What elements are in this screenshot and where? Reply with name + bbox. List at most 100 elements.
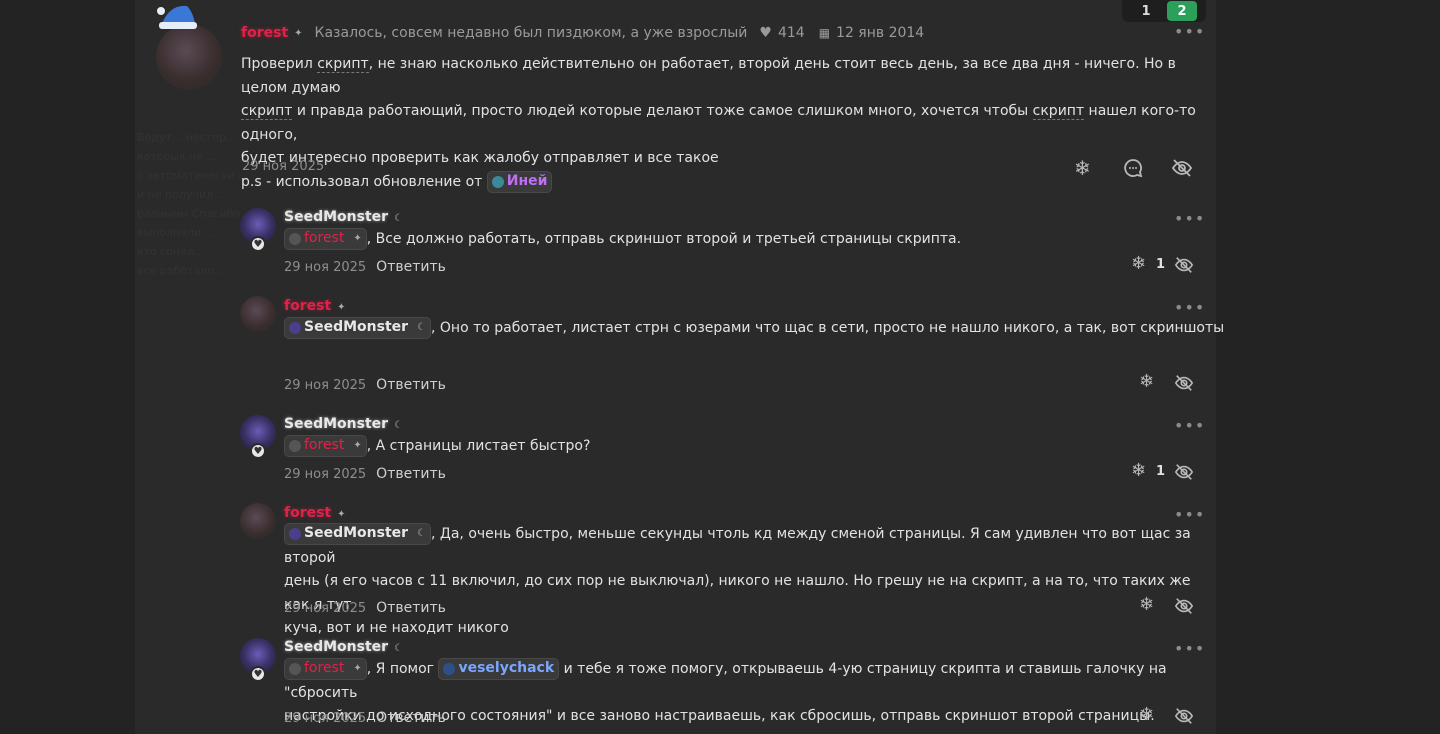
page-1-button[interactable]: 1 bbox=[1131, 1, 1161, 21]
mention-chip[interactable]: forest ✦ bbox=[284, 658, 367, 680]
comment-text: , Все должно работать, отправь скриншот … bbox=[366, 231, 962, 247]
snowflake-icon[interactable]: ❄ bbox=[1139, 596, 1154, 614]
reaction-count: 1 bbox=[1156, 257, 1166, 272]
page-2-button[interactable]: 2 bbox=[1167, 1, 1197, 21]
comment-icon[interactable] bbox=[1123, 158, 1143, 178]
comment-body: forest ✦ , А страницы листает быстро? bbox=[284, 435, 590, 459]
mention-avatar bbox=[289, 233, 301, 245]
mention-avatar bbox=[491, 175, 504, 188]
mention-chip[interactable]: SeedMonster ☾ bbox=[284, 317, 432, 339]
heart-icon: ♥ bbox=[759, 25, 772, 41]
mention-name: forest bbox=[304, 437, 345, 454]
comment-header: forest ✦ bbox=[284, 295, 346, 314]
comment-body: SeedMonster ☾, Да, очень быстро, меньше с… bbox=[284, 523, 1194, 641]
comment-footer: 29 ноя 2025 Ответить bbox=[284, 463, 446, 482]
comment-avatar[interactable] bbox=[240, 503, 276, 539]
comment-date: 29 ноя 2025 bbox=[284, 711, 367, 726]
comment-line: куча, вот и не находит никого bbox=[284, 620, 509, 636]
mention-chip[interactable]: forest ✦ bbox=[284, 228, 367, 250]
heart-badge-icon: ♥ bbox=[250, 443, 266, 459]
comment-author-name[interactable]: SeedMonster bbox=[284, 416, 388, 432]
post-more-icon[interactable]: ••• bbox=[1174, 22, 1205, 41]
comment-header: SeedMonster ☾ bbox=[284, 636, 403, 655]
comment-avatar[interactable] bbox=[240, 296, 276, 332]
reply-button[interactable]: Ответить bbox=[376, 377, 446, 393]
reply-button[interactable]: Ответить bbox=[376, 259, 446, 275]
comment-body: forest ✦ , Все должно работать, отправь ск… bbox=[284, 228, 961, 252]
comment-author-name[interactable]: forest bbox=[284, 505, 331, 521]
sparkle-icon: ✦ bbox=[353, 233, 362, 245]
comment-author-name[interactable]: SeedMonster bbox=[284, 209, 388, 225]
sparkle-icon: ✦ bbox=[337, 302, 346, 313]
comment-more-icon[interactable]: ••• bbox=[1174, 416, 1205, 435]
mention-name: SeedMonster bbox=[304, 525, 409, 542]
sparkle-icon: ✦ bbox=[353, 663, 362, 675]
comment-date: 29 ноя 2025 bbox=[284, 260, 367, 275]
comment-author-name[interactable]: forest bbox=[284, 298, 331, 314]
hide-icon[interactable] bbox=[1171, 157, 1193, 179]
post-author-avatar[interactable] bbox=[156, 24, 222, 90]
mention-name: forest bbox=[304, 230, 345, 247]
mention-name: Иней bbox=[506, 172, 548, 189]
comment-date: 29 ноя 2025 bbox=[284, 601, 367, 616]
snowflake-icon[interactable]: ❄ bbox=[1074, 158, 1091, 178]
reply-button[interactable]: Ответить bbox=[376, 466, 446, 482]
snowflake-icon[interactable]: ❄ bbox=[1139, 706, 1154, 724]
mention-chip[interactable]: SeedMonster ☾ bbox=[284, 523, 432, 545]
hide-icon[interactable] bbox=[1174, 596, 1194, 616]
comment-date: 29 ноя 2025 bbox=[284, 378, 367, 393]
mention-avatar bbox=[289, 440, 301, 452]
mention-avatar bbox=[289, 322, 301, 334]
post-joined-date: 12 янв 2014 bbox=[836, 25, 925, 41]
hide-icon[interactable] bbox=[1174, 706, 1194, 726]
script-link[interactable]: скрипт bbox=[241, 103, 293, 120]
comment-body: SeedMonster ☾ , Оно то работает, листает с… bbox=[284, 317, 1224, 341]
mention-chip[interactable]: veselychack bbox=[438, 658, 560, 680]
mention-chip[interactable]: Иней bbox=[486, 170, 553, 193]
mention-name: SeedMonster bbox=[304, 319, 409, 336]
hide-icon[interactable] bbox=[1174, 255, 1194, 275]
santa-hat-icon bbox=[157, 5, 197, 29]
moon-icon: ☾ bbox=[394, 420, 404, 431]
sparkle-icon: ✦ bbox=[353, 440, 362, 452]
hide-icon[interactable] bbox=[1174, 373, 1194, 393]
heart-badge-icon: ♥ bbox=[250, 666, 266, 682]
script-link[interactable]: скрипт bbox=[1032, 103, 1085, 120]
reply-button[interactable]: Ответить bbox=[376, 600, 446, 616]
post-line-3: будет интересно проверить как жалобу отп… bbox=[241, 150, 719, 166]
reaction-count: 1 bbox=[1156, 464, 1166, 479]
comment-footer: 29 ноя 2025 Ответить bbox=[284, 707, 446, 726]
post-author-name[interactable]: forest bbox=[241, 25, 288, 41]
snowflake-icon[interactable]: ❄ bbox=[1139, 373, 1154, 391]
comment-text: , Оно то работает, листает стрн с юзерам… bbox=[431, 320, 1225, 336]
post-date: 29 ноя 2025 bbox=[242, 159, 325, 174]
comment-footer: 29 ноя 2025 Ответить bbox=[284, 374, 446, 393]
reply-button[interactable]: Ответить bbox=[376, 710, 446, 726]
post-likes-count: 414 bbox=[777, 25, 805, 41]
comment-header: SeedMonster ☾ bbox=[284, 206, 403, 225]
snowflake-icon[interactable]: ❄ bbox=[1131, 462, 1146, 480]
mention-avatar bbox=[289, 528, 301, 540]
mention-chip[interactable]: forest ✦ bbox=[284, 435, 367, 457]
snowflake-icon[interactable]: ❄ bbox=[1131, 255, 1146, 273]
post-ps-line: p.s - использовал обновление от Иней bbox=[241, 170, 1201, 195]
comment-author-name[interactable]: SeedMonster bbox=[284, 639, 388, 655]
hide-icon[interactable] bbox=[1174, 462, 1194, 482]
comment-more-icon[interactable]: ••• bbox=[1174, 209, 1205, 228]
mention-avatar bbox=[443, 663, 456, 675]
mention-avatar bbox=[289, 663, 301, 675]
moon-icon: ☾ bbox=[394, 643, 404, 654]
comment-text: , А страницы листает быстро? bbox=[366, 438, 591, 454]
script-link[interactable]: скрипт bbox=[317, 56, 369, 73]
post-author-status: Казалось, совсем недавно был пиздюком, а… bbox=[314, 25, 748, 41]
comment-line: SeedMonster ☾, Да, очень быстро, меньше с… bbox=[284, 523, 1194, 570]
post-header: forest ✦ Казалось, совсем недавно был пи… bbox=[241, 25, 924, 41]
mention-name: forest bbox=[304, 660, 345, 677]
moon-icon: ☾ bbox=[417, 322, 427, 334]
comment-more-icon[interactable]: ••• bbox=[1174, 505, 1205, 524]
comment-more-icon[interactable]: ••• bbox=[1174, 639, 1205, 658]
calendar-icon: ▦ bbox=[818, 26, 831, 40]
post-ps-prefix: p.s - использовал обновление от bbox=[241, 173, 487, 190]
comment-date: 29 ноя 2025 bbox=[284, 467, 367, 482]
comment-more-icon[interactable]: ••• bbox=[1174, 298, 1205, 317]
